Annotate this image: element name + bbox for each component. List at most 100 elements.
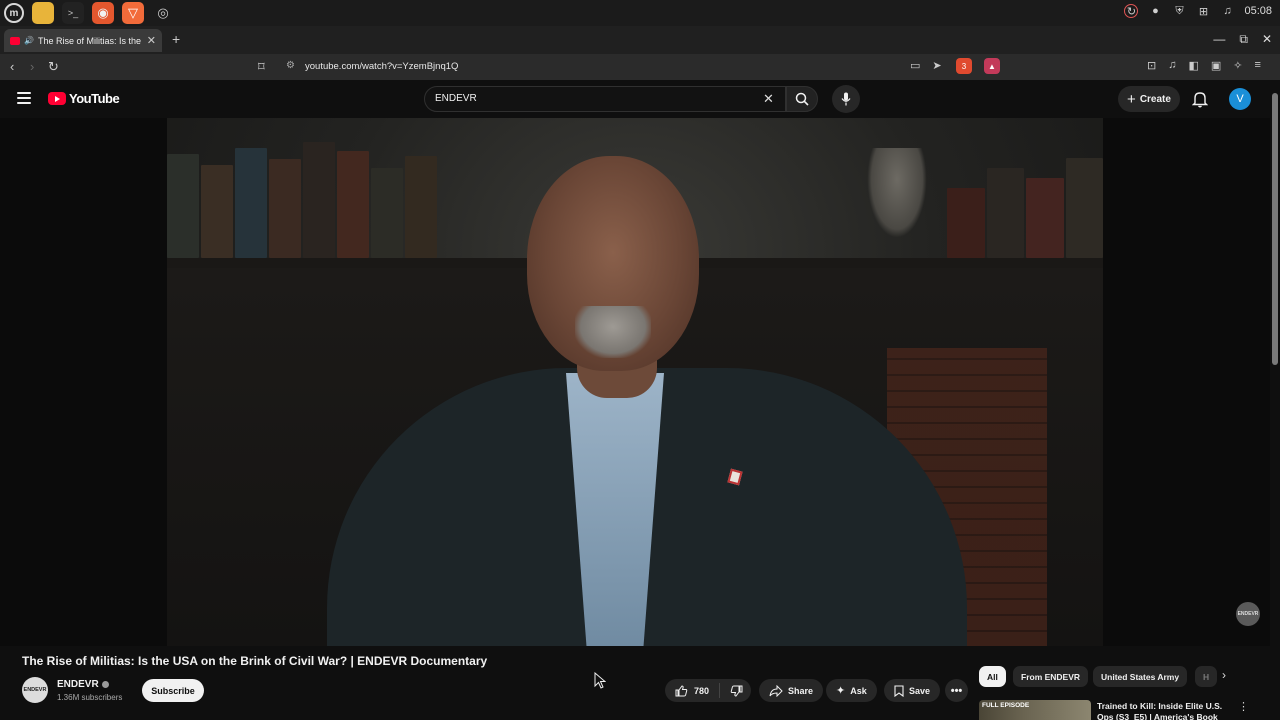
youtube-logo[interactable]: YouTube [48,91,120,106]
like-dislike-group: 780 [665,679,751,702]
thumbnail-label: FULL EPISODE [982,702,1030,709]
window-controls: — ⧉ ✕ [1213,32,1272,47]
clock[interactable]: 05:08 [1244,5,1272,17]
close-window-icon[interactable]: ✕ [1262,32,1272,47]
chip-all[interactable]: All [979,666,1006,687]
dislike-button[interactable] [720,685,753,697]
video-title: The Rise of Militias: Is the USA on the … [22,654,488,668]
brave-shields-icon[interactable]: 3 [956,58,972,74]
subscriber-count: 1.36M subscribers [57,693,123,702]
like-button[interactable]: 780 [665,683,721,698]
forward-icon[interactable]: › [30,59,34,74]
scrollbar-thumb[interactable] [1272,93,1278,365]
audio-playing-icon[interactable]: 🔊 [24,36,34,45]
more-vertical-icon[interactable]: ⋮ [1238,700,1249,713]
leo-icon[interactable]: ✧ [1233,59,1242,72]
site-settings-icon[interactable]: ⚙ [286,60,295,71]
sidebar-icon[interactable]: ◧ [1188,59,1198,72]
ask-button[interactable]: ✦ Ask [826,679,877,702]
sparkle-icon: ✦ [836,685,846,697]
chip-from-endevr[interactable]: From ENDEVR [1013,666,1089,687]
notifications-bell-icon[interactable] [1192,90,1208,108]
voice-search-button[interactable] [832,85,860,113]
maximize-icon[interactable]: ⧉ [1239,32,1248,47]
account-avatar[interactable]: V [1229,88,1251,110]
bookmark-save-icon [894,684,904,697]
chip-truncated[interactable]: H [1195,666,1217,687]
chromium-icon[interactable]: ◎ [152,2,174,24]
bust-sculpture [867,148,927,238]
os-taskbar: m >_ ◉ ▽ ◎ ↻ ● ⛨ ⊞ ♫ 05:08 [0,0,1280,26]
like-count: 780 [694,685,710,696]
mint-menu-icon[interactable]: m [4,3,24,23]
search-icon [795,92,809,106]
recommendation-thumbnail[interactable]: FULL EPISODE [979,700,1091,720]
reload-icon[interactable]: ↻ [48,59,59,75]
wallet-icon[interactable]: ▣ [1211,59,1221,72]
youtube-wordmark: YouTube [69,91,120,106]
back-icon[interactable]: ‹ [10,59,14,74]
search-input[interactable]: ENDEVR [424,86,786,112]
speaker-beard [575,306,651,358]
subscribe-button[interactable]: Subscribe [142,679,204,702]
verified-icon [101,681,109,688]
new-tab-icon[interactable]: + [172,31,180,47]
microphone-icon [841,92,851,106]
guide-menu-icon[interactable] [17,92,31,104]
files-icon[interactable] [32,2,54,24]
page-scrollbar[interactable] [1270,81,1280,720]
thumbs-up-icon [675,684,688,696]
chevron-right-icon[interactable]: › [1222,668,1226,682]
recommendation-title[interactable]: Trained to Kill: Inside Elite U.S. Ops (… [1097,701,1227,720]
ask-label: Ask [850,685,867,696]
update-icon[interactable]: ↻ [1124,4,1139,18]
cast-icon[interactable]: ▭ [910,59,920,72]
shield-icon[interactable]: ⛨ [1172,4,1186,18]
video-player[interactable]: ENDEVR [0,118,1270,646]
share-icon [769,684,783,697]
browser-tabstrip: 🔊 The Rise of Militias: Is the U ✕ + — ⧉… [0,26,1280,54]
bookshelf-left [167,142,437,258]
bookshelf-right [947,158,1103,258]
youtube-masthead: YouTube ENDEVR ✕ + Create V [0,81,1280,118]
share-label: Share [788,685,814,696]
channel-avatar[interactable]: ENDEVR [22,677,48,703]
rewards-icon[interactable]: ▲ [984,58,1000,74]
send-icon[interactable]: ➤ [932,59,941,72]
brave-icon[interactable]: ▽ [122,2,144,24]
record-indicator-icon: ● [1152,5,1159,17]
youtube-favicon-icon [10,36,20,45]
create-button[interactable]: + Create [1118,86,1180,112]
channel-name-link[interactable]: ENDEVR [57,679,109,690]
share-button[interactable]: Share [759,679,824,702]
toolbar-actions: ⊡ ♫ ◧ ▣ ✧ ≡ [1147,59,1261,72]
bookmark-icon[interactable]: ⌑ [258,59,265,75]
screenshot-icon[interactable]: ⊡ [1147,59,1156,72]
video-frame[interactable] [167,118,1103,646]
more-actions-button[interactable]: ••• [945,679,968,702]
plus-icon: + [1127,90,1136,108]
more-horizontal-icon: ••• [950,684,963,697]
media-icon[interactable]: ♫ [1168,59,1176,72]
chip-united-states-army[interactable]: United States Army [1093,666,1188,687]
browser-tab[interactable]: 🔊 The Rise of Militias: Is the U ✕ [4,29,162,52]
clear-search-icon[interactable]: ✕ [763,91,774,107]
channel-name: ENDEVR [57,679,99,690]
url-field[interactable]: youtube.com/watch?v=YzemBjnq1Q [305,61,458,72]
channel-watermark[interactable]: ENDEVR [1236,602,1260,626]
youtube-play-icon [48,92,66,105]
thumbs-down-icon [730,685,743,697]
system-tray: ↻ ● ⛨ ⊞ ♫ 05:08 [1124,4,1272,18]
address-actions: ▭ ➤ [910,59,942,72]
menu-icon[interactable]: ≡ [1255,59,1261,72]
save-button[interactable]: Save [884,679,941,702]
save-label: Save [909,685,931,696]
terminal-icon[interactable]: >_ [62,2,84,24]
network-icon[interactable]: ⊞ [1196,4,1210,18]
tab-title: The Rise of Militias: Is the U [37,35,143,46]
minimize-icon[interactable]: — [1213,32,1225,47]
firefox-icon[interactable]: ◉ [92,2,114,24]
music-icon[interactable]: ♫ [1220,4,1234,18]
tab-close-icon[interactable]: ✕ [147,34,156,47]
search-button[interactable] [786,86,818,112]
